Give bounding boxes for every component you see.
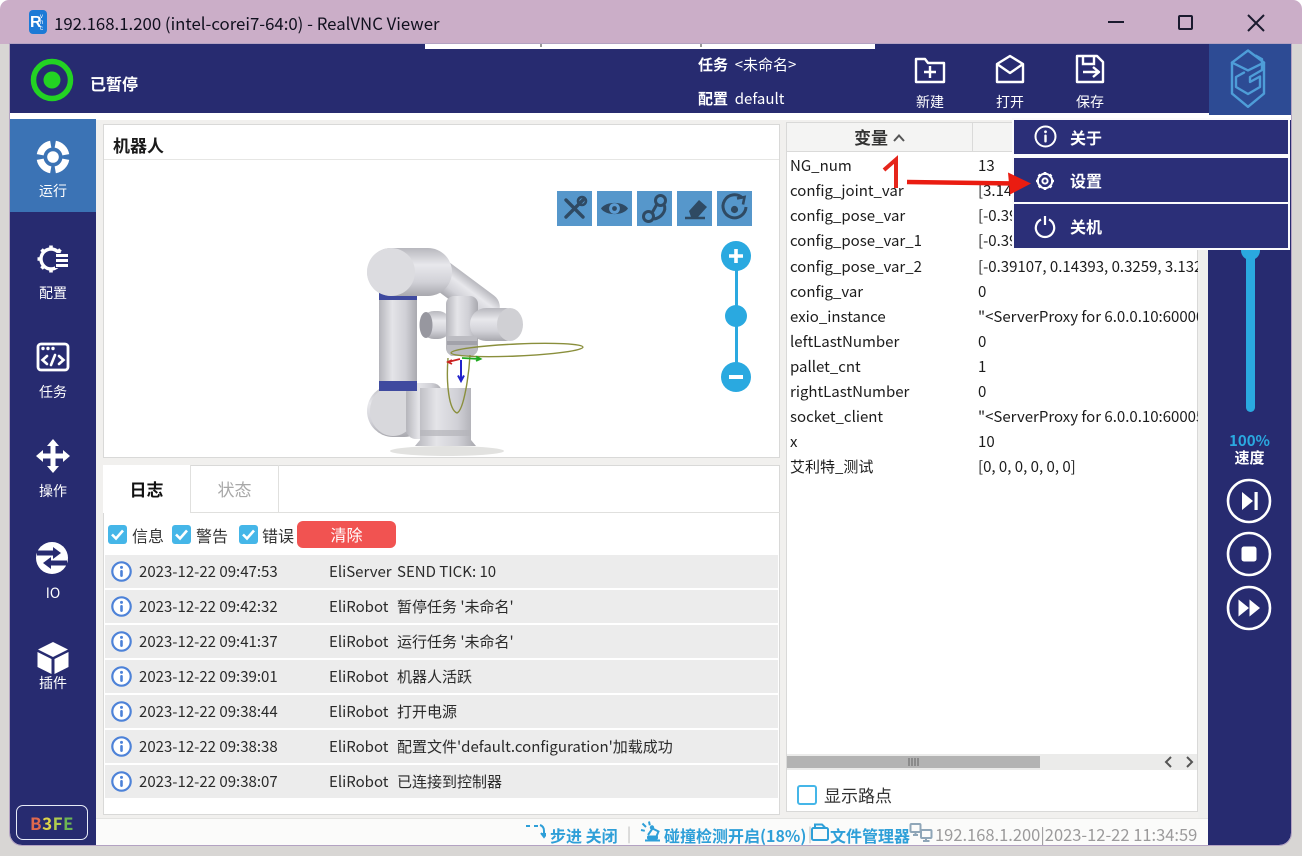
svg-text:c: c [40, 26, 43, 32]
